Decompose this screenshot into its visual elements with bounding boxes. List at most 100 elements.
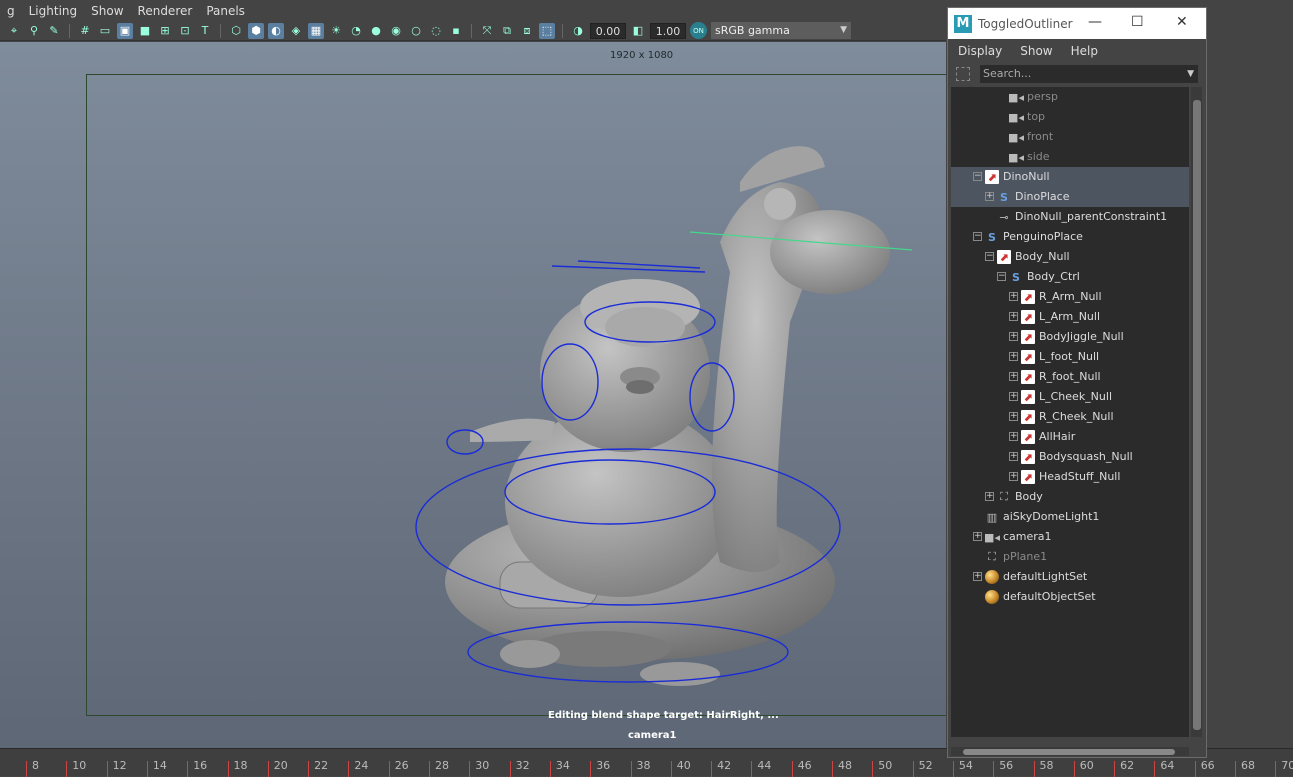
outliner-row[interactable]: ▥ aiSkyDomeLight1 <box>951 507 1189 527</box>
expand-icon[interactable]: + <box>973 532 982 541</box>
expand-icon[interactable]: + <box>1009 392 1018 401</box>
gamma-field[interactable]: 1.00 <box>650 22 686 39</box>
expand-icon[interactable]: + <box>1009 372 1018 381</box>
ambient-occlusion-icon[interactable]: ● <box>368 23 384 39</box>
outliner-row[interactable]: − ⬈ DinoNull <box>951 167 1189 187</box>
expand-icon[interactable]: + <box>1009 412 1018 421</box>
vertical-scrollbar-thumb[interactable] <box>1193 100 1201 730</box>
collapse-icon[interactable]: − <box>973 232 982 241</box>
outliner-row[interactable]: − S Body_Ctrl <box>951 267 1189 287</box>
outliner-row[interactable]: + ⬈ R_foot_Null <box>951 367 1189 387</box>
use-lights-icon[interactable]: ☀ <box>328 23 344 39</box>
gate-icon[interactable]: ⬚ <box>539 22 555 39</box>
wireframe-on-shaded-icon[interactable]: ◐ <box>268 22 284 39</box>
outliner-titlebar[interactable]: M ToggledOutliner — ☐ ✕ <box>948 8 1206 39</box>
outliner-row-label: Body_Null <box>1015 250 1070 263</box>
expand-icon[interactable]: + <box>1009 312 1018 321</box>
timeline-tick-label: 8 <box>32 759 39 772</box>
outliner-row[interactable]: + ⬈ L_foot_Null <box>951 347 1189 367</box>
expand-icon[interactable]: + <box>1009 472 1018 481</box>
outliner-row[interactable]: defaultObjectSet <box>951 587 1189 607</box>
smooth-shade-icon[interactable]: ⬢ <box>248 22 264 39</box>
expand-icon[interactable]: + <box>1009 332 1018 341</box>
color-management-toggle[interactable]: ON <box>690 22 707 39</box>
outliner-row[interactable]: + ⬈ L_Cheek_Null <box>951 387 1189 407</box>
collapse-icon[interactable]: − <box>973 172 982 181</box>
timeline-tick <box>227 761 229 777</box>
collapse-icon[interactable]: − <box>997 272 1006 281</box>
menu-item-partial[interactable]: g <box>0 4 22 18</box>
viewport-panel[interactable]: 1920 x 1080 Editing blend shape target: … <box>0 42 946 748</box>
resolution-gate-icon[interactable]: ▣ <box>117 22 133 39</box>
outliner-row[interactable]: ■◂ front <box>951 127 1189 147</box>
outliner-row[interactable]: + ⬈ AllHair <box>951 427 1189 447</box>
maya-logo-icon: M <box>954 14 972 33</box>
isolate-select-icon[interactable]: ▪ <box>448 23 464 39</box>
outliner-row[interactable]: + ⬈ HeadStuff_Null <box>951 467 1189 487</box>
film-gate-icon[interactable]: ▭ <box>97 23 113 39</box>
xray-active-icon[interactable]: ⧉ <box>499 23 515 39</box>
outliner-row[interactable]: ⛶ pPlane1 <box>951 547 1189 567</box>
grid-icon[interactable]: # <box>77 23 93 39</box>
shadows-icon[interactable]: ◔ <box>348 23 364 39</box>
expand-icon[interactable]: + <box>973 572 982 581</box>
outliner-row[interactable]: ⊸ DinoNull_parentConstraint1 <box>951 207 1189 227</box>
horizontal-scrollbar-thumb[interactable] <box>963 749 1175 755</box>
xray-icon[interactable]: ◈ <box>288 23 304 39</box>
field-chart-icon[interactable]: ⊞ <box>157 23 173 39</box>
gate-mask-icon[interactable]: ■ <box>137 23 153 39</box>
textured-icon[interactable]: ▦ <box>308 22 324 39</box>
outliner-menu-show[interactable]: Show <box>1010 44 1060 58</box>
expand-icon[interactable]: + <box>1009 452 1018 461</box>
menu-lighting[interactable]: Lighting <box>22 4 85 18</box>
search-input[interactable]: Search... ▼ <box>980 65 1198 83</box>
wireframe-icon[interactable]: ⬡ <box>228 23 244 39</box>
toolbar-divider <box>562 23 563 38</box>
outliner-row[interactable]: ■◂ top <box>951 107 1189 127</box>
motion-blur-icon[interactable]: ◉ <box>388 23 404 39</box>
antialias-icon[interactable]: ○ <box>408 23 424 39</box>
outliner-menu-display[interactable]: Display <box>948 44 1010 58</box>
outliner-row[interactable]: ■◂ side <box>951 147 1189 167</box>
select-camera-icon[interactable]: ⌖ <box>6 23 22 39</box>
outliner-menu-help[interactable]: Help <box>1061 44 1106 58</box>
timeline-tick-label: 50 <box>878 759 893 772</box>
outliner-row[interactable]: + ⛶ Body <box>951 487 1189 507</box>
expand-icon[interactable]: + <box>1009 432 1018 441</box>
safe-action-icon[interactable]: ⊡ <box>177 23 193 39</box>
bookmark-icon[interactable]: ✎ <box>46 23 62 39</box>
menu-renderer[interactable]: Renderer <box>131 4 200 18</box>
expand-icon[interactable]: + <box>985 192 994 201</box>
depth-of-field-icon[interactable]: ◌ <box>428 23 444 39</box>
chevron-down-icon[interactable]: ▼ <box>1187 65 1194 83</box>
exposure-field[interactable]: 0.00 <box>590 22 626 39</box>
collapse-icon[interactable]: − <box>985 252 994 261</box>
gamma-icon[interactable]: ◧ <box>630 23 646 39</box>
filter-icon[interactable] <box>956 67 970 81</box>
close-icon[interactable]: ✕ <box>1176 14 1188 30</box>
view-transform-dropdown[interactable]: sRGB gamma ▼ <box>711 22 851 39</box>
outliner-row[interactable]: + ⬈ BodyJiggle_Null <box>951 327 1189 347</box>
outliner-row[interactable]: ■◂ persp <box>951 87 1189 107</box>
exposure-icon[interactable]: ◑ <box>570 23 586 39</box>
outliner-row[interactable]: + ⬈ Bodysquash_Null <box>951 447 1189 467</box>
menu-panels[interactable]: Panels <box>199 4 252 18</box>
minimize-icon[interactable]: — <box>1088 14 1102 30</box>
outliner-row[interactable]: + ⬈ R_Cheek_Null <box>951 407 1189 427</box>
expand-icon[interactable]: + <box>985 492 994 501</box>
camera-attributes-icon[interactable]: ⚲ <box>26 23 42 39</box>
outliner-row[interactable]: + ⬈ R_Arm_Null <box>951 287 1189 307</box>
outliner-row[interactable]: + ⬈ L_Arm_Null <box>951 307 1189 327</box>
menu-show[interactable]: Show <box>84 4 130 18</box>
outliner-row[interactable]: − ⬈ Body_Null <box>951 247 1189 267</box>
expand-icon[interactable]: + <box>1009 352 1018 361</box>
hud-icon[interactable]: ⧈ <box>519 23 535 39</box>
outliner-row[interactable]: + ■◂ camera1 <box>951 527 1189 547</box>
safe-title-icon[interactable]: T <box>197 23 213 39</box>
outliner-row[interactable]: − S PenguinoPlace <box>951 227 1189 247</box>
maximize-icon[interactable]: ☐ <box>1131 14 1144 30</box>
outliner-row[interactable]: + defaultLightSet <box>951 567 1189 587</box>
outliner-row[interactable]: + S DinoPlace <box>951 187 1189 207</box>
xray-joints-icon[interactable]: ⤧ <box>479 23 495 39</box>
expand-icon[interactable]: + <box>1009 292 1018 301</box>
